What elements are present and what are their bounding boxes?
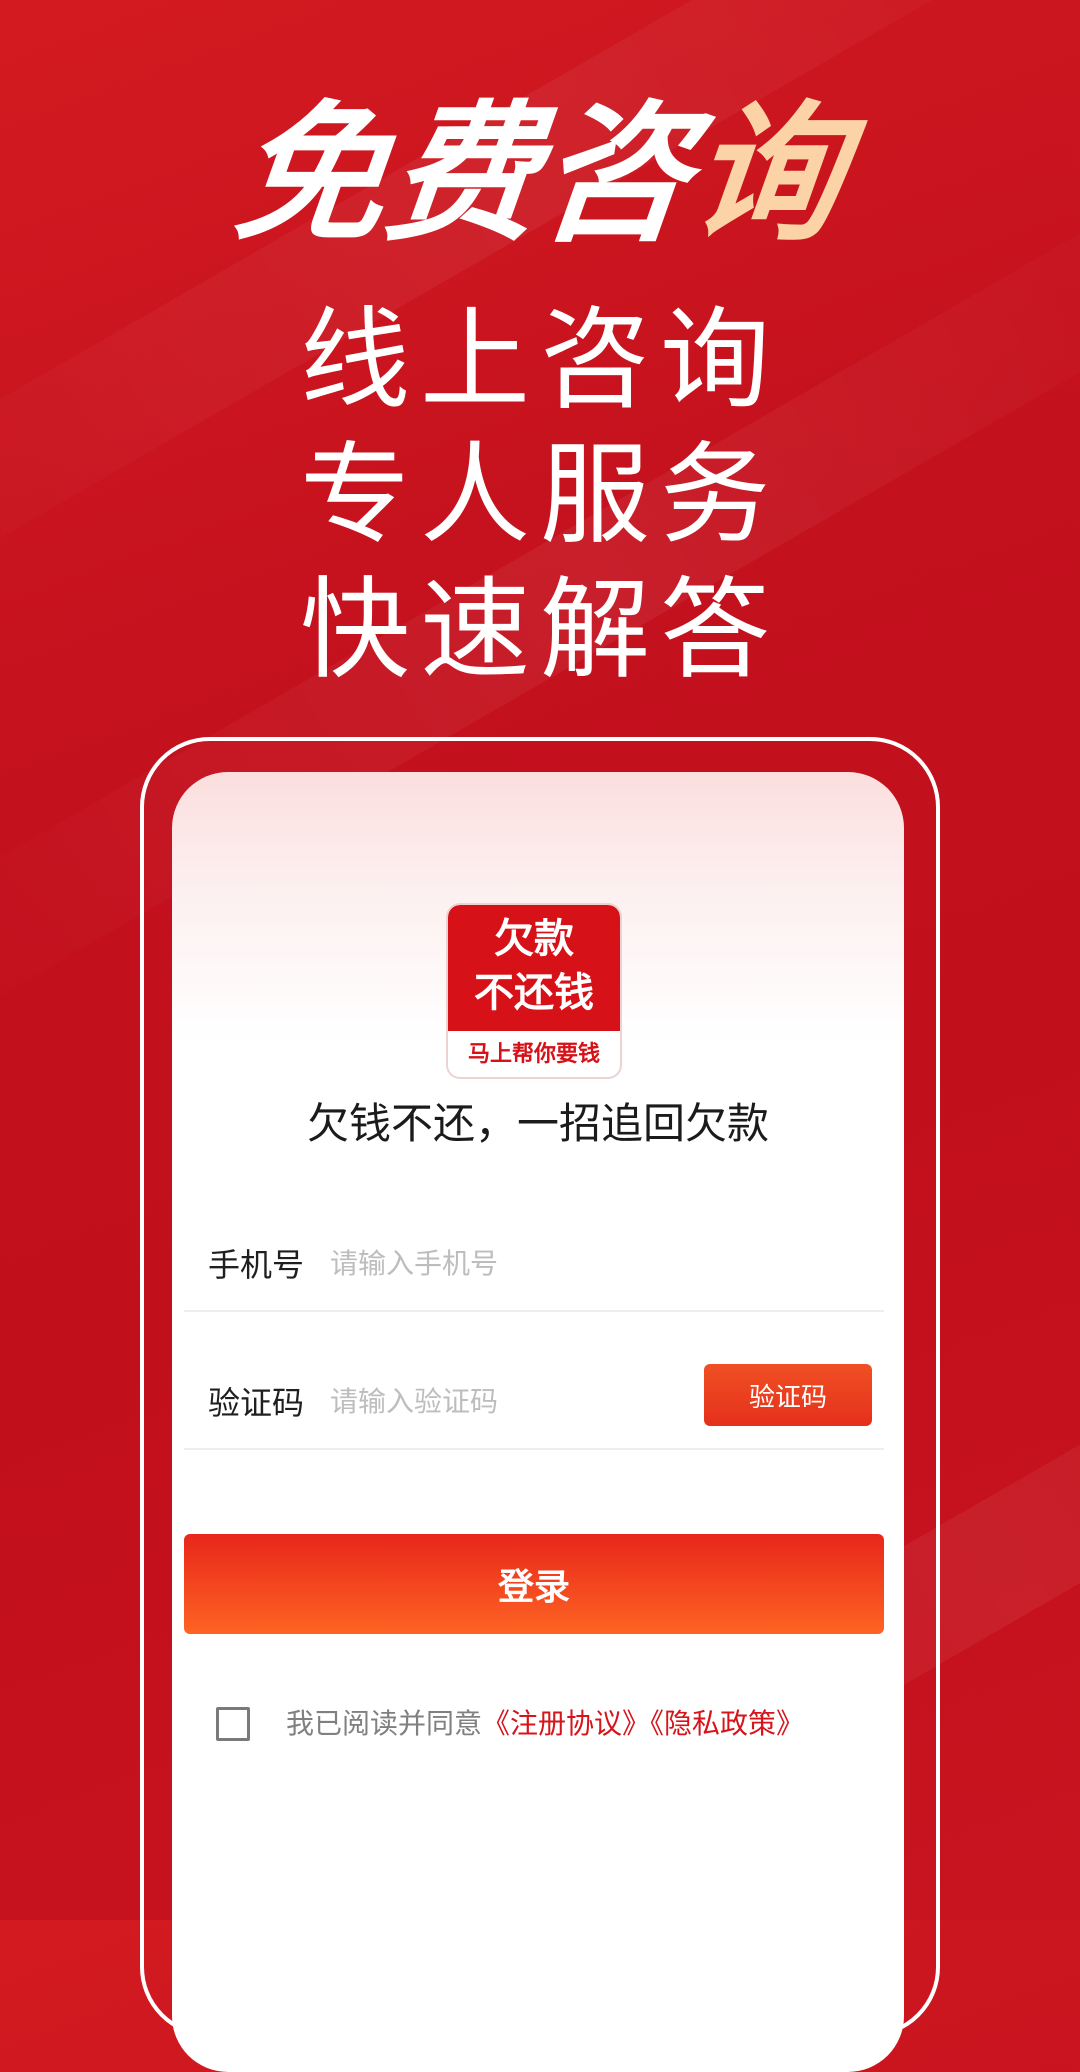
hero-title-main: 免费咨 <box>226 88 702 262</box>
app-logo-line-2: 不还钱 <box>474 970 594 1016</box>
app-logo-line-1: 欠款 <box>494 916 574 962</box>
get-code-button[interactable]: 验证码 <box>704 1364 872 1426</box>
phone-label: 手机号 <box>208 1246 305 1284</box>
hero-title: 免费咨询 <box>0 88 1080 262</box>
login-button[interactable]: 登录 <box>184 1534 884 1634</box>
agreement-row: 我已阅读并同意《注册协议》《隐私政策》 <box>216 1707 876 1747</box>
hero-title-accent: 询 <box>682 88 854 262</box>
agreement-checkbox[interactable] <box>216 1707 250 1741</box>
privacy-link[interactable]: 《隐私政策》 <box>650 1707 804 1740</box>
agreement-text: 我已阅读并同意《注册协议》《隐私政策》 <box>286 1707 804 1741</box>
tagline-dedicated-service: 专人服务 <box>300 431 780 559</box>
code-input[interactable] <box>330 1376 670 1426</box>
tagline-fast-answer: 快速解答 <box>300 566 780 694</box>
app-logo-subtitle: 马上帮你要钱 <box>467 1042 600 1067</box>
app-slogan: 欠钱不还，一招追回欠款 <box>306 1099 769 1148</box>
app-logo-banner: 欠款 不还钱 <box>448 905 620 1031</box>
terms-link[interactable]: 《注册协议》 <box>482 1707 650 1740</box>
app-logo: 欠款 不还钱 马上帮你要钱 <box>448 905 620 1077</box>
phone-input[interactable] <box>330 1238 710 1288</box>
code-label: 验证码 <box>208 1384 305 1422</box>
phone-field-row: 手机号 <box>184 1210 884 1312</box>
phone-screen: 欠款 不还钱 马上帮你要钱 欠钱不还，一招追回欠款 手机号 验证码 验证码 登录… <box>172 772 904 2072</box>
tagline-online-consult: 线上咨询 <box>300 296 780 424</box>
code-field-row: 验证码 验证码 <box>184 1348 884 1450</box>
agreement-prefix: 我已阅读并同意 <box>286 1707 483 1740</box>
